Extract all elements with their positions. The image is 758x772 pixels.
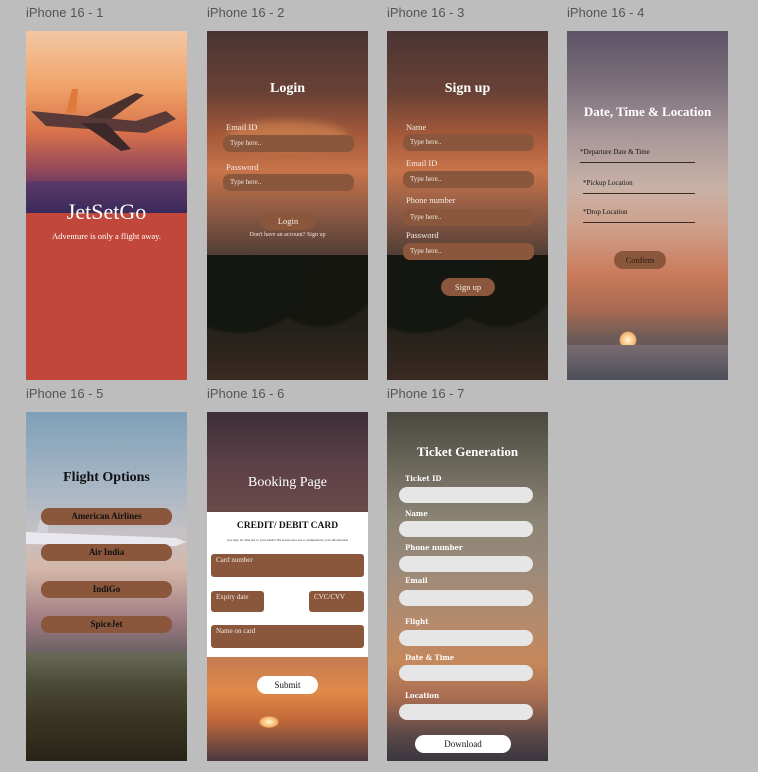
page-title: Sign up	[444, 81, 491, 96]
login-frame: Login Email ID Type here.. Password Type…	[207, 31, 368, 380]
option-american-airlines[interactable]: American Airlines	[41, 508, 172, 525]
download-button[interactable]: Download	[415, 735, 511, 753]
expiry-field[interactable]: Expiry date	[211, 591, 264, 612]
date-time-location-frame: Date, Time & Location *Departure Date & …	[567, 31, 728, 380]
location-label: Location	[405, 691, 440, 700]
email-label: Email ID	[406, 158, 438, 168]
ticket-id-label: Ticket ID	[405, 474, 442, 483]
card-title: CREDIT/ DEBIT CARD	[236, 521, 339, 531]
pickup-field[interactable]: *Pickup Location	[583, 179, 633, 187]
option-air-india[interactable]: Air India	[41, 544, 172, 561]
password-label: Password	[226, 162, 259, 172]
drop-underline	[583, 222, 695, 223]
email-label: Email ID	[226, 122, 258, 132]
email-label: Email	[405, 576, 428, 585]
page-title: Booking Page	[248, 475, 327, 490]
frame-label-6: iPhone 16 - 6	[207, 386, 285, 401]
frame-label-1: iPhone 16 - 1	[26, 5, 104, 20]
frame-label-3: iPhone 16 - 3	[387, 5, 465, 20]
ticket-id-field[interactable]	[399, 487, 533, 503]
password-field[interactable]: Type here..	[223, 174, 354, 191]
card-note: you may be directed to your bank's 3D se…	[226, 538, 349, 542]
signup-link[interactable]: Don't have an account? Sign up	[207, 232, 368, 238]
submit-button[interactable]: Submit	[257, 676, 318, 694]
frame-label-5: iPhone 16 - 5	[26, 386, 104, 401]
frame-label-7: iPhone 16 - 7	[387, 386, 465, 401]
card-number-field[interactable]: Card number	[211, 554, 364, 577]
phone-field[interactable]: Type here..	[403, 209, 534, 226]
flight-options-frame: Flight Options American Airlines Air Ind…	[26, 412, 187, 761]
option-spicejet[interactable]: SpiceJet	[41, 616, 172, 633]
email-field[interactable]: Type here..	[403, 171, 534, 188]
email-field[interactable]: Type here..	[223, 135, 354, 152]
page-title: Date, Time & Location	[583, 104, 712, 119]
option-indigo[interactable]: IndiGo	[41, 581, 172, 598]
page-title: Ticket Generation	[416, 444, 519, 459]
departure-field[interactable]: *Departure Date & Time	[580, 148, 650, 156]
phone-label: Phone number	[406, 195, 456, 205]
email-field[interactable]	[399, 590, 533, 606]
signup-frame: Sign up Name Type here.. Email ID Type h…	[387, 31, 548, 380]
sun	[259, 716, 279, 728]
sea	[567, 345, 728, 380]
pickup-underline	[583, 193, 695, 194]
login-button[interactable]: Login	[261, 212, 315, 230]
trees-silhouette	[387, 255, 548, 380]
app-title: JetSetGo	[66, 199, 147, 224]
password-field[interactable]: Type here..	[403, 243, 534, 260]
frame-label-2: iPhone 16 - 2	[207, 5, 285, 20]
phone-field[interactable]	[399, 556, 533, 572]
name-field[interactable]: Type here..	[403, 134, 534, 151]
ticket-frame: Ticket Generation Ticket ID Name Phone n…	[387, 412, 548, 761]
booking-frame: Booking Page CREDIT/ DEBIT CARD you may …	[207, 412, 368, 761]
signup-button[interactable]: Sign up	[441, 278, 495, 296]
page-title: Login	[269, 81, 305, 96]
name-label: Name	[406, 122, 427, 132]
flight-label: Flight	[405, 617, 429, 626]
frame-label-4: iPhone 16 - 4	[567, 5, 645, 20]
phone-label: Phone number	[405, 543, 463, 552]
app-tagline: Adventure is only a flight away.	[52, 231, 161, 241]
page-title: Flight Options	[63, 470, 150, 485]
password-label: Password	[406, 230, 439, 240]
flight-field[interactable]	[399, 630, 533, 646]
splash-frame: JetSetGo Adventure is only a flight away…	[26, 31, 187, 380]
landscape	[26, 652, 187, 761]
date-time-field[interactable]	[399, 665, 533, 681]
confirm-button[interactable]: Confirm	[614, 251, 666, 269]
name-field[interactable]	[399, 521, 533, 537]
drop-field[interactable]: *Drop Location	[583, 208, 628, 216]
cvc-field[interactable]: CVC/CVV	[309, 591, 364, 612]
trees-silhouette	[207, 255, 368, 380]
name-on-card-field[interactable]: Name on card	[211, 625, 364, 648]
departure-underline	[580, 162, 695, 163]
date-time-label: Date & Time	[405, 653, 455, 662]
name-label: Name	[405, 509, 428, 518]
airplane-icon	[31, 89, 176, 151]
location-field[interactable]	[399, 704, 533, 720]
